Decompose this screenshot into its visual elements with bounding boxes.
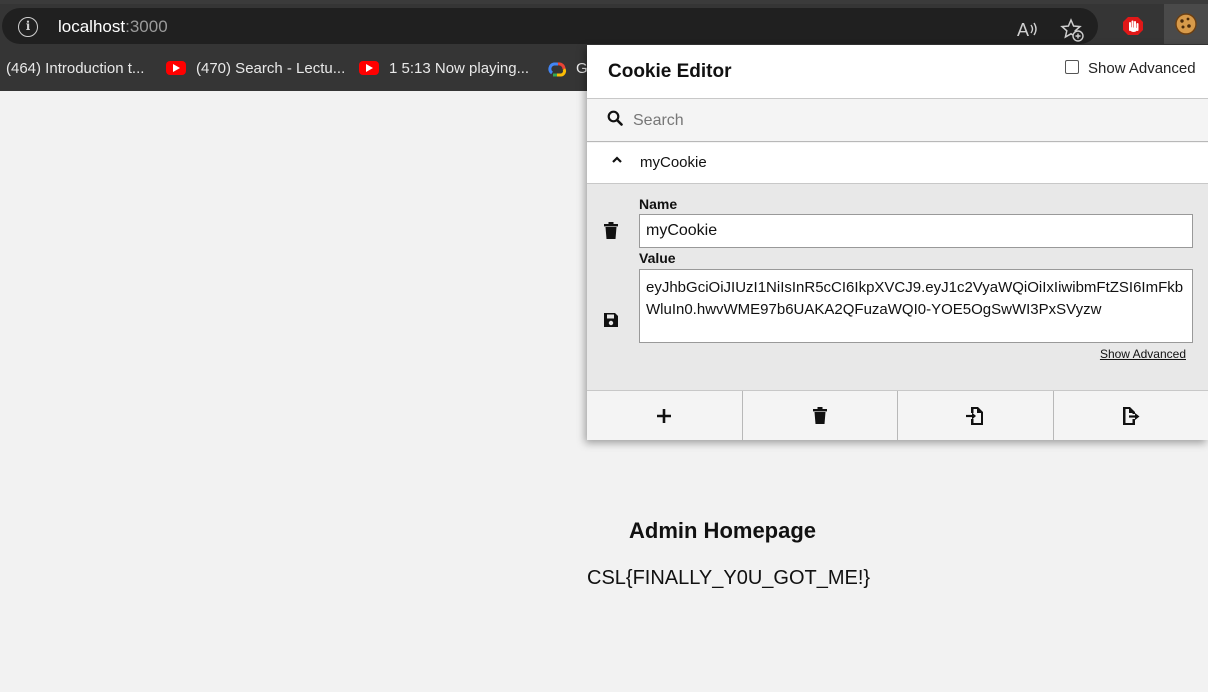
- cookie-value-textarea[interactable]: eyJhbGciOiJIUzI1NiIsInR5cCI6IkpXVCJ9.eyJ…: [639, 269, 1193, 343]
- cookie-details-panel: Name Value eyJhbGciOiJIUzI1NiIsInR5cCI6I…: [587, 184, 1208, 391]
- read-aloud-icon[interactable]: A: [1016, 18, 1038, 40]
- page-heading: Admin Homepage: [629, 518, 817, 543]
- bookmark-item[interactable]: (464) Introduction t...: [6, 60, 144, 77]
- svg-text:A: A: [1017, 20, 1029, 40]
- address-bar: i localhost:3000 A: [0, 4, 1208, 48]
- chevron-up-icon[interactable]: [611, 155, 623, 165]
- flag-text: CSL{FINALLY_Y0U_GOT_ME!}: [587, 567, 871, 589]
- popup-title: Cookie Editor: [608, 61, 732, 82]
- delete-cookie-icon[interactable]: [603, 222, 619, 240]
- popup-header: Cookie Editor Show Advanced: [587, 45, 1208, 99]
- value-label: Value: [639, 250, 676, 266]
- search-input[interactable]: [633, 107, 1193, 135]
- name-label: Name: [639, 196, 678, 212]
- bookmark-item[interactable]: G: [576, 60, 588, 77]
- show-advanced-label[interactable]: Show Advanced: [1088, 60, 1196, 77]
- import-button[interactable]: [898, 391, 1054, 440]
- cookie-list-name: myCookie: [640, 154, 707, 171]
- cookie-list-item[interactable]: myCookie: [587, 143, 1208, 184]
- save-icon[interactable]: [603, 312, 619, 328]
- youtube-icon: [166, 61, 186, 75]
- google-cloud-icon: [548, 62, 567, 77]
- delete-all-button[interactable]: [742, 391, 898, 440]
- info-icon[interactable]: i: [18, 17, 38, 37]
- add-cookie-button[interactable]: [587, 391, 743, 440]
- url-port: :3000: [125, 17, 168, 36]
- show-advanced-checkbox[interactable]: [1065, 60, 1079, 74]
- import-icon: [966, 406, 984, 425]
- url-host: localhost: [58, 17, 126, 36]
- add-favorite-icon[interactable]: [1060, 18, 1084, 42]
- action-toolbar: [587, 391, 1208, 440]
- search-icon: [607, 110, 623, 126]
- show-advanced-link[interactable]: Show Advanced: [1100, 347, 1186, 361]
- cookie-editor-popup: Cookie Editor Show Advanced myCookie Nam…: [587, 45, 1208, 440]
- add-icon: [657, 408, 672, 423]
- cookie-extension-icon: [1175, 13, 1197, 35]
- export-button[interactable]: [1053, 391, 1208, 440]
- url-text[interactable]: localhost:3000: [58, 17, 168, 37]
- youtube-icon: [359, 61, 379, 75]
- stop-hand-extension-icon[interactable]: [1120, 13, 1146, 39]
- delete-all-icon: [812, 406, 827, 424]
- cookie-name-input[interactable]: [639, 214, 1193, 248]
- bookmark-item[interactable]: 1 5:13 Now playing...: [389, 60, 529, 77]
- cookie-extension-button[interactable]: [1164, 4, 1208, 44]
- export-icon: [1122, 406, 1140, 425]
- url-field[interactable]: i localhost:3000 A: [2, 8, 1098, 44]
- bookmark-item[interactable]: (470) Search - Lectu...: [196, 60, 345, 77]
- search-bar: [587, 99, 1208, 142]
